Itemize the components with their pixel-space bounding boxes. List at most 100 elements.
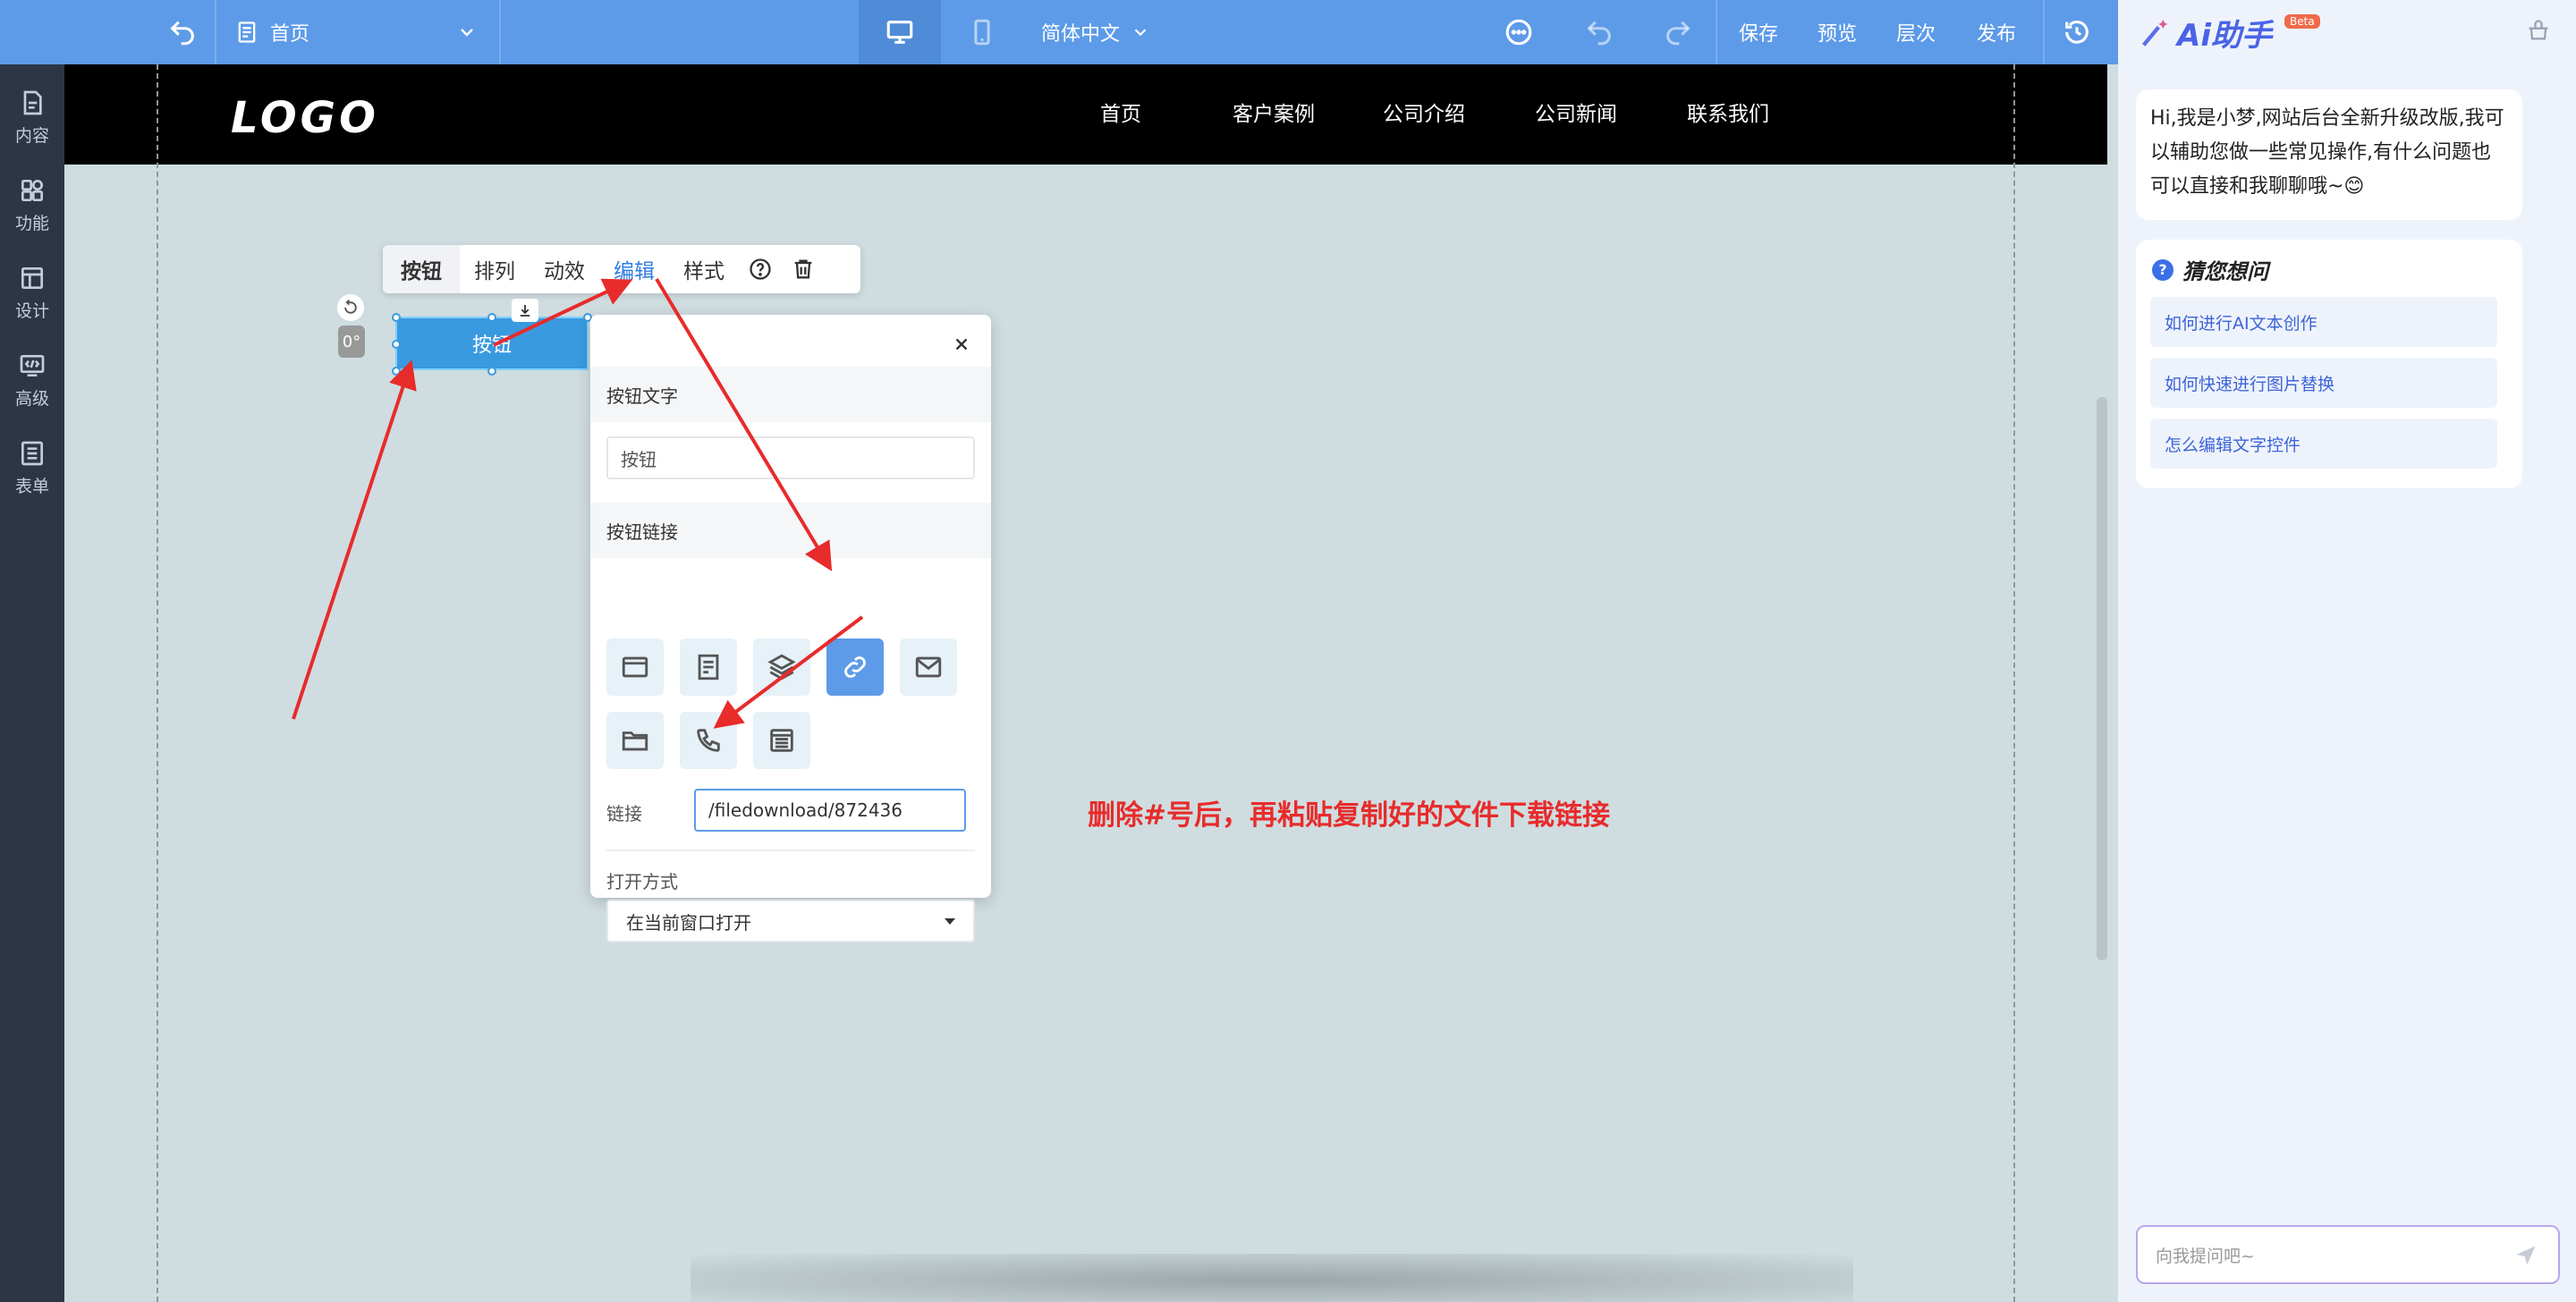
toolbar-tab-arrange[interactable]: 排列 xyxy=(460,245,530,293)
button-edit-panel: 按钮文字 按钮 按钮链接 链接 /filedownload/872436 打开方… xyxy=(590,315,991,943)
resize-handle[interactable] xyxy=(487,313,496,322)
link-label: 链接 xyxy=(606,803,642,824)
window-icon xyxy=(622,656,648,678)
button-text-section-label: 按钮文字 xyxy=(590,367,991,422)
redo-icon[interactable] xyxy=(1655,0,1701,64)
grid-icon xyxy=(21,179,43,201)
suggested-question[interactable]: 如何进行AI文本创作 xyxy=(2150,297,2497,347)
rotate-icon xyxy=(344,300,357,314)
top-toolbar: 首页 简体中文 保存 预览 层次 发布 xyxy=(0,0,2118,64)
suggestions-title-text: 猜您想问 xyxy=(2182,259,2268,284)
rotate-handle[interactable] xyxy=(337,294,364,321)
resize-handle[interactable] xyxy=(392,313,401,322)
send-icon[interactable] xyxy=(2513,1243,2538,1272)
toolbar-tab-button[interactable]: 按钮 xyxy=(383,245,460,293)
ai-suggestions-card: ? 猜您想问 如何进行AI文本创作 如何快速进行图片替换 怎么编辑文字控件 xyxy=(2136,240,2522,488)
beta-badge: Beta xyxy=(2284,14,2320,29)
canvas-scrollbar[interactable] xyxy=(2097,397,2107,960)
monitor-icon xyxy=(886,21,913,44)
button-link-section-label: 按钮链接 xyxy=(590,503,991,558)
toolbar-tab-edit[interactable]: 编辑 xyxy=(599,245,669,293)
page-name: 首页 xyxy=(270,23,310,46)
open-mode-label: 打开方式 xyxy=(606,871,678,892)
list-icon xyxy=(21,441,43,465)
link-type-url[interactable] xyxy=(826,638,884,696)
editor-canvas[interactable]: LOGO 首页 客户案例 公司介绍 公司新闻 联系我们 0° 按钮 按钮 排列 … xyxy=(64,64,2107,1302)
nav-item-cases[interactable]: 客户案例 xyxy=(1233,97,1315,127)
sidebar-item-function[interactable]: 功能 xyxy=(0,165,64,245)
language-selector[interactable]: 简体中文 xyxy=(1025,0,1186,64)
toolbar-tab-style[interactable]: 样式 xyxy=(669,245,739,293)
close-icon[interactable] xyxy=(948,331,975,358)
link-type-page[interactable] xyxy=(606,638,664,696)
link-icon xyxy=(844,656,866,678)
layers-button[interactable]: 层次 xyxy=(1878,0,1953,64)
save-label: 保存 xyxy=(1738,23,1778,46)
resize-handle[interactable] xyxy=(392,367,401,376)
link-type-article[interactable] xyxy=(680,638,737,696)
sidebar-item-advanced[interactable]: 高级 xyxy=(0,340,64,420)
link-type-layer[interactable] xyxy=(753,638,810,696)
sidebar-item-content[interactable]: 内容 xyxy=(0,77,64,157)
site-header[interactable]: LOGO 首页 客户案例 公司介绍 公司新闻 联系我们 xyxy=(64,64,2107,165)
publish-button[interactable]: 发布 xyxy=(1959,0,2034,64)
suggested-question[interactable]: 如何快速进行图片替换 xyxy=(2150,358,2497,408)
ai-header: Ai助手 Beta xyxy=(2118,0,2576,64)
chevron-down-icon xyxy=(1134,29,1147,37)
undo-icon[interactable] xyxy=(1576,0,1623,64)
guide-line-right xyxy=(2013,64,2015,1302)
open-mode-select[interactable]: 在当前窗口打开 xyxy=(606,900,975,943)
ai-input-placeholder: 向我提问吧~ xyxy=(2156,1246,2255,1266)
history-icon[interactable] xyxy=(2054,0,2100,64)
phone-icon xyxy=(974,19,990,46)
page-selector[interactable]: 首页 xyxy=(234,0,476,64)
settings-icon[interactable] xyxy=(2526,18,2551,46)
link-type-phone[interactable] xyxy=(680,712,737,769)
help-icon[interactable] xyxy=(739,245,782,293)
layers-icon xyxy=(767,654,796,681)
open-mode-value: 在当前窗口打开 xyxy=(626,911,751,934)
chevron-down-icon xyxy=(461,29,473,37)
link-type-form[interactable] xyxy=(753,712,810,769)
ai-chat-input[interactable]: 向我提问吧~ xyxy=(2136,1225,2560,1284)
nav-item-about[interactable]: 公司介绍 xyxy=(1383,97,1465,127)
save-button[interactable]: 保存 xyxy=(1721,0,1796,64)
toolbar-tab-animation[interactable]: 动效 xyxy=(530,245,599,293)
ai-greeting-message: Hi,我是小梦,网站后台全新升级改版,我可以辅助您做一些常见操作,有什么问题也可… xyxy=(2136,89,2522,220)
download-handle[interactable] xyxy=(512,299,538,322)
more-icon[interactable] xyxy=(1496,0,1542,64)
mobile-view-button[interactable] xyxy=(941,0,1023,64)
preview-button[interactable]: 预览 xyxy=(1800,0,1875,64)
ai-title: Ai助手 xyxy=(2177,18,2272,54)
question-icon: ? xyxy=(2152,258,2174,281)
resize-handle[interactable] xyxy=(487,367,496,376)
nav-item-contact[interactable]: 联系我们 xyxy=(1687,97,1769,127)
phone-call-icon xyxy=(697,729,720,752)
back-icon[interactable] xyxy=(159,0,206,64)
resize-handle[interactable] xyxy=(392,340,401,349)
button-element-label: 按钮 xyxy=(471,334,512,357)
sidebar-item-form[interactable]: 表单 xyxy=(0,427,64,508)
sidebar-item-label: 设计 xyxy=(14,300,49,321)
caret-down-icon xyxy=(945,917,955,925)
link-type-email[interactable] xyxy=(900,638,957,696)
delete-icon[interactable] xyxy=(782,245,825,293)
layout-icon xyxy=(21,266,43,289)
selected-button-element[interactable]: 按钮 xyxy=(395,317,589,370)
preview-label: 预览 xyxy=(1817,23,1857,46)
desktop-view-button[interactable] xyxy=(859,0,941,64)
link-type-file[interactable] xyxy=(606,712,664,769)
button-text-input[interactable]: 按钮 xyxy=(606,436,975,479)
guide-line-left xyxy=(157,64,158,1302)
language-label: 简体中文 xyxy=(1041,23,1121,46)
publish-label: 发布 xyxy=(1976,23,2016,46)
suggestions-title: ? 猜您想问 xyxy=(2152,254,2268,285)
suggested-question[interactable]: 怎么编辑文字控件 xyxy=(2150,418,2497,469)
sidebar-item-label: 高级 xyxy=(14,388,49,409)
nav-item-home[interactable]: 首页 xyxy=(1100,97,1141,127)
site-logo[interactable]: LOGO xyxy=(231,93,379,143)
nav-item-news[interactable]: 公司新闻 xyxy=(1535,97,1617,127)
panel-divider xyxy=(606,850,975,851)
link-url-input[interactable]: /filedownload/872436 xyxy=(694,789,966,832)
sidebar-item-design[interactable]: 设计 xyxy=(0,252,64,333)
